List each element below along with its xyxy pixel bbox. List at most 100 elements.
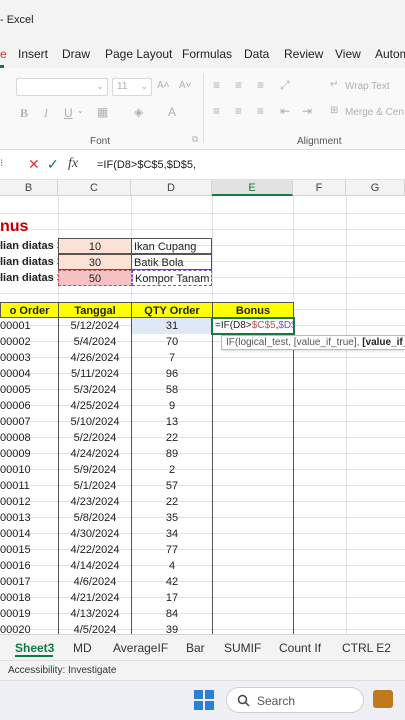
date-cell[interactable]: 4/13/2024 (59, 606, 131, 622)
qty-cell[interactable]: 22 (132, 430, 212, 446)
align-center-icon[interactable]: ≡ (235, 104, 242, 118)
qty-cell[interactable]: 58 (132, 382, 212, 398)
date-cell[interactable]: 5/12/2024 (59, 318, 131, 334)
date-cell[interactable]: 5/1/2024 (59, 478, 131, 494)
order-id-cell[interactable]: 00005 (0, 382, 58, 398)
criteria-label[interactable]: lian diatas > (0, 238, 58, 254)
taskbar-search[interactable]: Search (226, 687, 364, 713)
column-header-f[interactable]: F (293, 180, 346, 196)
bonus-cell[interactable] (213, 510, 293, 526)
sheet-title[interactable]: nus (0, 217, 58, 237)
bonus-cell[interactable] (213, 574, 293, 590)
align-top-icon[interactable]: ≡ (213, 78, 220, 92)
borders-icon[interactable]: ▦ (97, 105, 108, 119)
criteria-threshold[interactable]: 30 (58, 254, 132, 270)
qty-cell[interactable]: 96 (132, 366, 212, 382)
align-middle-icon[interactable]: ≡ (235, 78, 242, 92)
header-bonus[interactable]: Bonus (212, 302, 294, 318)
bonus-cell[interactable] (213, 414, 293, 430)
date-cell[interactable]: 5/10/2024 (59, 414, 131, 430)
date-cell[interactable]: 4/5/2024 (59, 622, 131, 634)
criteria-item[interactable]: Ikan Cupang (132, 238, 212, 254)
date-cell[interactable]: 4/25/2024 (59, 398, 131, 414)
qty-cell[interactable]: 57 (132, 478, 212, 494)
enter-check-icon[interactable]: ✓ (47, 156, 59, 173)
decrease-font-icon[interactable]: A˅ (179, 80, 192, 91)
order-id-cell[interactable]: 00011 (0, 478, 58, 494)
wrap-text-icon[interactable]: ↵ (330, 79, 338, 90)
order-id-cell[interactable]: 00006 (0, 398, 58, 414)
sheet-tab-md[interactable]: MD (73, 641, 92, 655)
order-id-cell[interactable]: 00002 (0, 334, 58, 350)
accessibility-status[interactable]: Accessibility: Investigate (8, 665, 116, 676)
bonus-cell[interactable] (213, 366, 293, 382)
qty-cell[interactable]: 70 (132, 334, 212, 350)
date-cell[interactable]: 4/22/2024 (59, 542, 131, 558)
dialog-launcher-icon[interactable]: ⧉ (192, 134, 198, 145)
sheet-tab-bar[interactable]: Bar (186, 641, 205, 655)
worksheet-grid[interactable]: B C D E F G nus lian diatas > 10 Ikan Cu… (0, 180, 405, 634)
qty-cell[interactable]: 9 (132, 398, 212, 414)
qty-cell[interactable]: 22 (132, 494, 212, 510)
bonus-cell[interactable] (213, 350, 293, 366)
qty-cell[interactable]: 34 (132, 526, 212, 542)
order-id-cell[interactable]: 00016 (0, 558, 58, 574)
chevron-down-icon[interactable]: ⌄ (77, 106, 84, 115)
qty-cell[interactable]: 7 (132, 350, 212, 366)
active-cell-bonus[interactable]: =IF(D8>$C$5,$D$5, (211, 317, 295, 335)
date-cell[interactable]: 4/30/2024 (59, 526, 131, 542)
bonus-cell[interactable] (213, 398, 293, 414)
bonus-cell[interactable] (213, 462, 293, 478)
header-qty-order[interactable]: QTY Order (131, 302, 213, 318)
date-cell[interactable]: 4/14/2024 (59, 558, 131, 574)
date-cell[interactable]: 4/6/2024 (59, 574, 131, 590)
bonus-cell[interactable] (213, 494, 293, 510)
increase-font-icon[interactable]: A˄ (157, 80, 170, 91)
cancel-icon[interactable]: ✕ (28, 156, 40, 173)
qty-cell[interactable]: 13 (132, 414, 212, 430)
date-cell[interactable]: 4/26/2024 (59, 350, 131, 366)
date-cell[interactable]: 5/3/2024 (59, 382, 131, 398)
criteria-item[interactable]: Kompor Tanam (132, 270, 212, 286)
bonus-cell[interactable] (213, 382, 293, 398)
order-id-cell[interactable]: 00008 (0, 430, 58, 446)
italic-icon[interactable]: I (44, 106, 48, 121)
column-header-b[interactable]: B (0, 180, 58, 196)
qty-cell[interactable]: 39 (132, 622, 212, 634)
column-header-e[interactable]: E (212, 180, 293, 196)
bonus-cell[interactable] (213, 558, 293, 574)
date-cell[interactable]: 4/23/2024 (59, 494, 131, 510)
order-id-cell[interactable]: 00009 (0, 446, 58, 462)
underline-icon[interactable]: U (64, 106, 73, 120)
qty-cell[interactable]: 2 (132, 462, 212, 478)
criteria-label[interactable]: lian diatas > (0, 270, 58, 286)
windows-start-icon[interactable] (194, 690, 214, 710)
qty-cell[interactable]: 35 (132, 510, 212, 526)
criteria-item[interactable]: Batik Bola (132, 254, 212, 270)
order-id-cell[interactable]: 00015 (0, 542, 58, 558)
increase-indent-icon[interactable]: ⇥ (302, 104, 312, 118)
order-id-cell[interactable]: 00004 (0, 366, 58, 382)
column-header-c[interactable]: C (58, 180, 131, 196)
align-bottom-icon[interactable]: ≡ (257, 78, 264, 92)
date-cell[interactable]: 4/24/2024 (59, 446, 131, 462)
header-order[interactable]: o Order (0, 302, 59, 318)
name-box-dropdown-icon[interactable]: ⁝ (0, 158, 3, 169)
bonus-cell[interactable] (213, 622, 293, 634)
order-id-cell[interactable]: 00014 (0, 526, 58, 542)
qty-cell[interactable]: 84 (132, 606, 212, 622)
order-id-cell[interactable]: 00013 (0, 510, 58, 526)
column-header-g[interactable]: G (346, 180, 405, 196)
tab-page-layout[interactable]: Page Layout (105, 47, 172, 61)
insert-function-icon[interactable]: fx (68, 156, 78, 172)
criteria-threshold[interactable]: 50 (58, 270, 132, 286)
bonus-cell[interactable] (213, 542, 293, 558)
wrap-text-button[interactable]: Wrap Text (345, 81, 390, 92)
date-cell[interactable]: 5/8/2024 (59, 510, 131, 526)
sheet-tab-count-if[interactable]: Count If (279, 641, 321, 655)
tab-view[interactable]: View (335, 47, 361, 61)
date-cell[interactable]: 5/9/2024 (59, 462, 131, 478)
column-header-d[interactable]: D (131, 180, 212, 196)
order-id-cell[interactable]: 00020 (0, 622, 58, 634)
tab-automate[interactable]: Autom (375, 47, 405, 61)
